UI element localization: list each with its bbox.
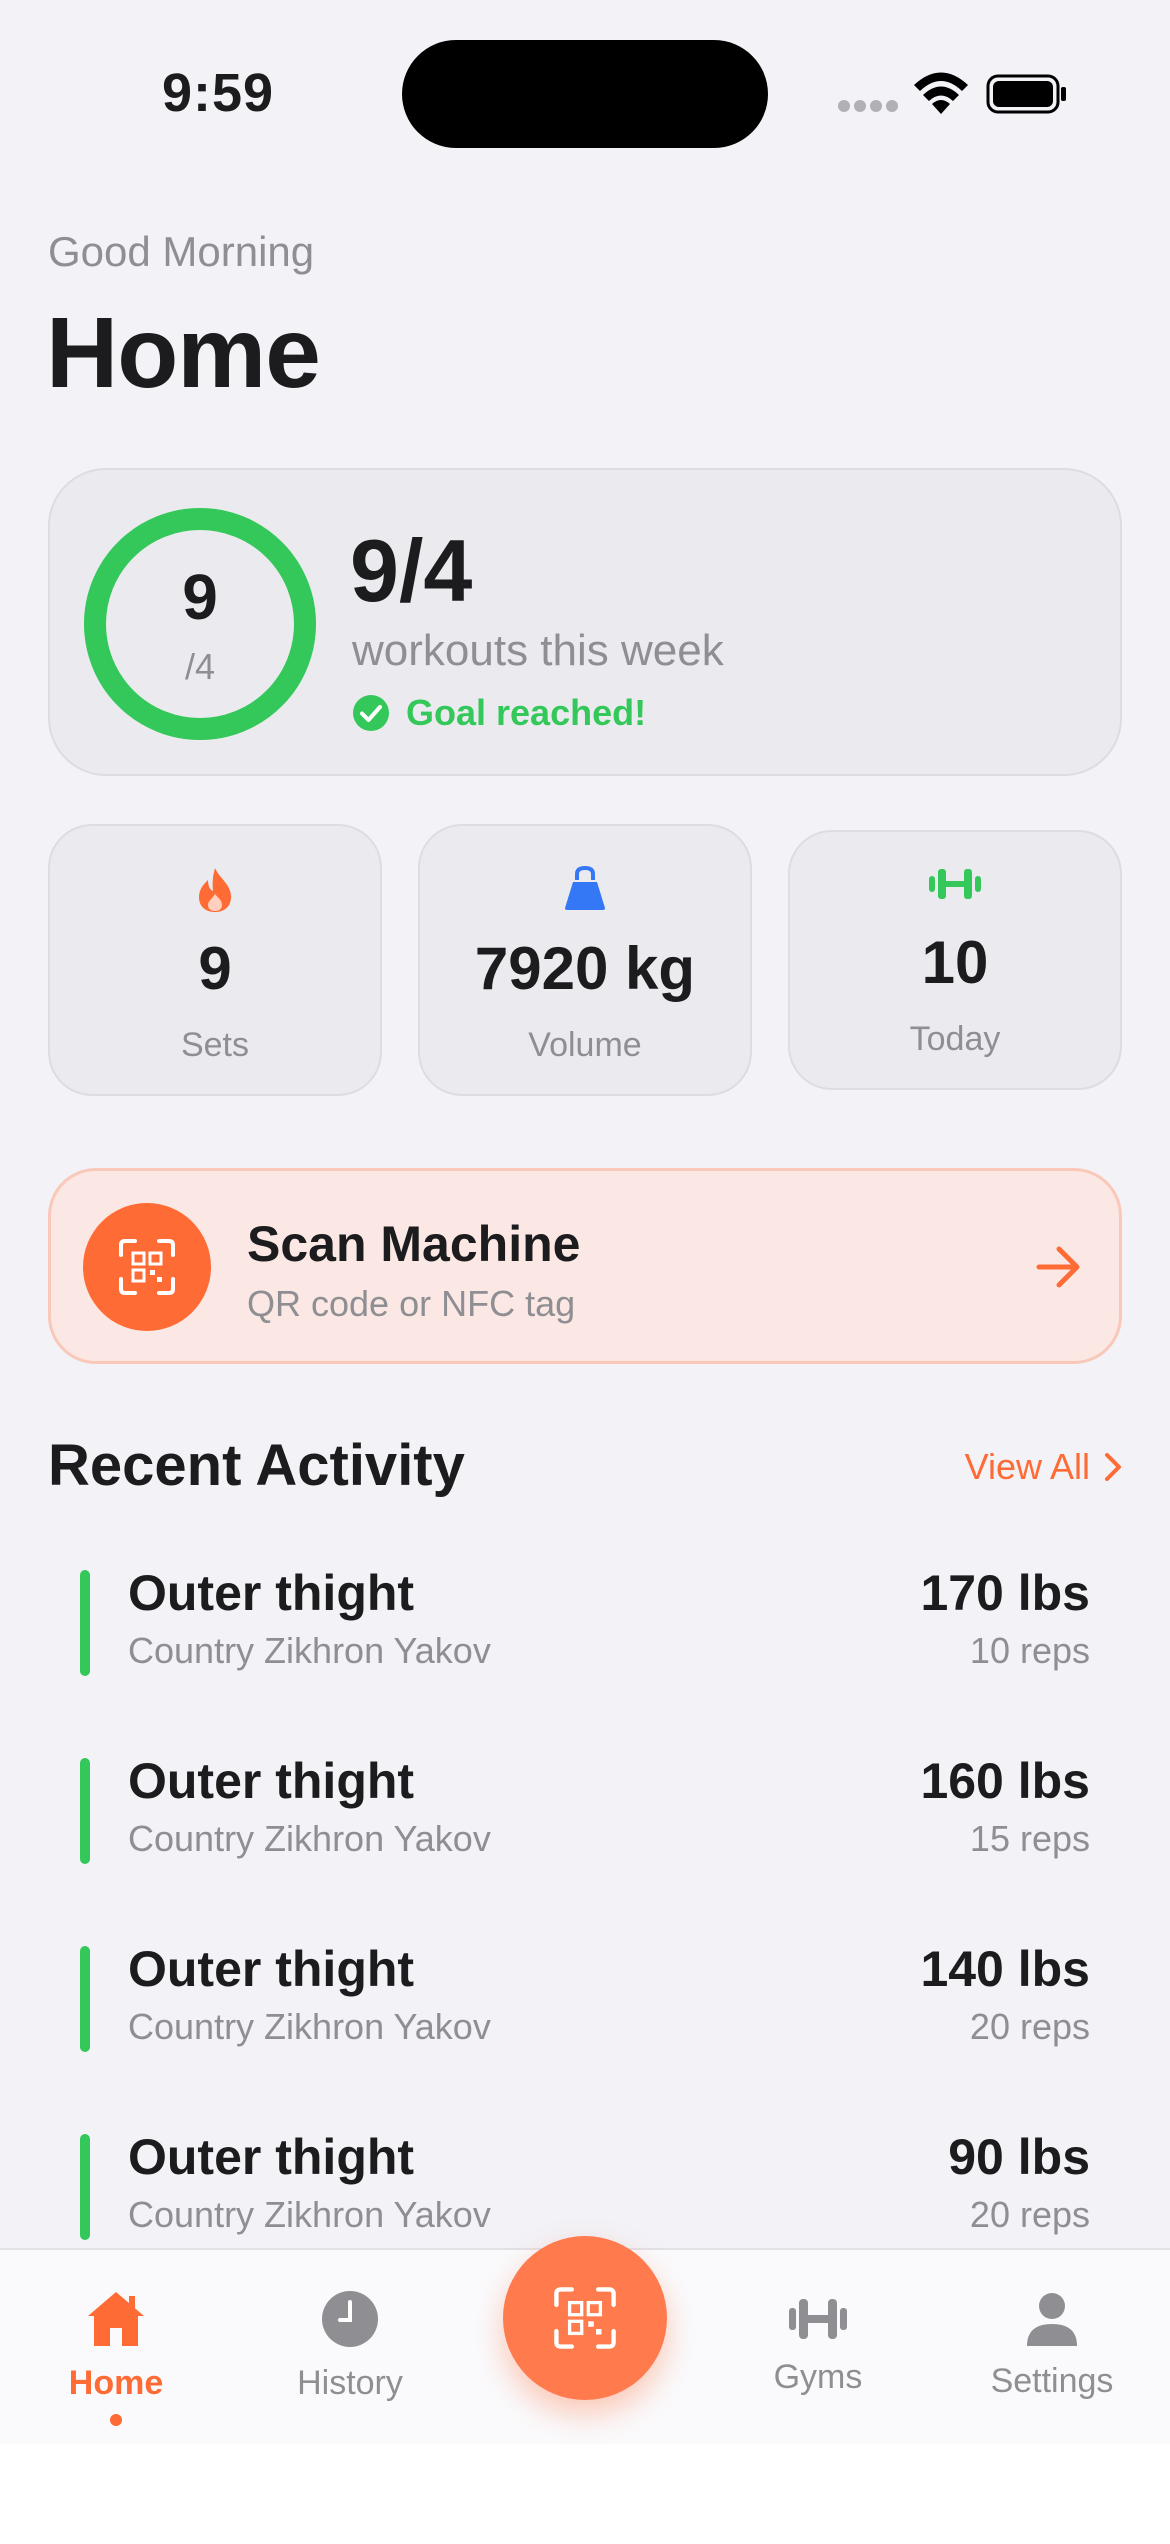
active-tab-indicator xyxy=(110,2414,122,2426)
home-indicator-area xyxy=(0,2444,1170,2544)
stat-value-volume: 7920 kg xyxy=(474,935,696,1002)
goal-headline: 9/4 xyxy=(350,521,473,620)
arrow-right-icon xyxy=(1036,1246,1080,1288)
person-icon xyxy=(1027,2293,1077,2346)
goal-status: Goal reached! xyxy=(352,690,646,736)
activity-weight: 140 lbs xyxy=(920,1941,1090,1997)
activity-weight: 90 lbs xyxy=(948,2129,1090,2185)
stat-card-today[interactable]: 10 Today xyxy=(788,830,1122,1090)
activity-indicator xyxy=(80,1570,90,1676)
kettlebell-icon xyxy=(565,866,605,910)
tab-home[interactable]: Home xyxy=(16,2288,216,2426)
qr-scan-icon xyxy=(554,2287,616,2349)
scan-subtitle: QR code or NFC tag xyxy=(247,1283,576,1324)
activity-reps: 15 reps xyxy=(969,1818,1090,1859)
ring-value: 9 xyxy=(182,561,218,633)
battery-icon xyxy=(986,74,1066,114)
status-time: 9:59 xyxy=(162,63,275,123)
dumbbell-icon xyxy=(789,2299,847,2339)
activity-location: Country Zikhron Yakov xyxy=(128,2006,491,2047)
stat-value-today: 10 xyxy=(921,929,989,996)
activity-exercise: Outer thight xyxy=(128,1941,415,1997)
activity-item[interactable]: Outer thight Country Zikhron Yakov 140 l… xyxy=(80,1940,1090,2052)
activity-item[interactable]: Outer thight Country Zikhron Yakov 170 l… xyxy=(80,1564,1090,1676)
activity-indicator xyxy=(80,1946,90,2052)
stat-label-today: Today xyxy=(909,1020,1001,1058)
view-all-link[interactable]: View All xyxy=(965,1446,1122,1488)
activity-location: Country Zikhron Yakov xyxy=(128,2194,491,2235)
activity-exercise: Outer thight xyxy=(128,2129,415,2185)
checkmark-circle-icon xyxy=(353,695,389,731)
tab-gyms[interactable]: Gyms xyxy=(718,2288,918,2418)
stat-label-volume: Volume xyxy=(528,1026,642,1064)
tab-label: Settings xyxy=(990,2362,1114,2400)
tab-history[interactable]: History xyxy=(250,2288,450,2418)
activity-item[interactable]: Outer thight Country Zikhron Yakov 160 l… xyxy=(80,1752,1090,1864)
activity-reps: 20 reps xyxy=(969,2194,1090,2235)
activity-location: Country Zikhron Yakov xyxy=(128,1818,491,1859)
activity-reps: 20 reps xyxy=(969,2006,1090,2047)
stat-value-sets: 9 xyxy=(198,935,232,1002)
clock-icon xyxy=(322,2291,378,2347)
qr-scan-icon xyxy=(119,1239,175,1295)
stat-label-sets: Sets xyxy=(180,1026,250,1064)
house-icon xyxy=(88,2292,144,2346)
activity-reps: 10 reps xyxy=(969,1630,1090,1671)
recent-activity-title: Recent Activity xyxy=(48,1433,465,1498)
flame-icon xyxy=(199,868,231,912)
status-bar: 9:59 xyxy=(0,0,1170,190)
activity-weight: 170 lbs xyxy=(920,1565,1090,1621)
scan-title: Scan Machine xyxy=(247,1216,581,1272)
scan-fab-button[interactable] xyxy=(503,2236,667,2400)
greeting-text: Good Morning xyxy=(48,228,315,275)
goal-status-text: Goal reached! xyxy=(406,692,647,733)
page-title: Home xyxy=(46,297,321,409)
stat-card-volume[interactable]: 7920 kg Volume xyxy=(418,824,752,1096)
view-all-label: View All xyxy=(964,1446,1090,1487)
cellular-signal-icon xyxy=(838,100,898,114)
tab-settings[interactable]: Settings xyxy=(952,2288,1152,2418)
ring-target: /4 xyxy=(184,646,216,687)
tab-label: History xyxy=(297,2364,403,2402)
scan-icon-circle xyxy=(83,1203,211,1331)
dynamic-island xyxy=(402,40,768,148)
activity-exercise: Outer thight xyxy=(128,1753,415,1809)
activity-indicator xyxy=(80,1758,90,1864)
activity-location: Country Zikhron Yakov xyxy=(128,1630,491,1671)
weekly-goal-card[interactable]: 9 /4 9/4 workouts this week Goal reached… xyxy=(48,468,1122,776)
activity-exercise: Outer thight xyxy=(128,1565,415,1621)
stat-card-sets[interactable]: 9 Sets xyxy=(48,824,382,1096)
activity-indicator xyxy=(80,2134,90,2240)
activity-weight: 160 lbs xyxy=(920,1753,1090,1809)
chevron-right-icon xyxy=(1105,1453,1121,1481)
scan-machine-button[interactable]: Scan Machine QR code or NFC tag xyxy=(48,1168,1122,1364)
tab-label: Home xyxy=(68,2364,164,2402)
activity-item[interactable]: Outer thight Country Zikhron Yakov 90 lb… xyxy=(80,2128,1090,2240)
goal-subtitle: workouts this week xyxy=(352,626,724,675)
dumbbell-icon xyxy=(929,869,981,899)
tab-label: Gyms xyxy=(773,2358,863,2396)
wifi-icon xyxy=(914,72,968,114)
